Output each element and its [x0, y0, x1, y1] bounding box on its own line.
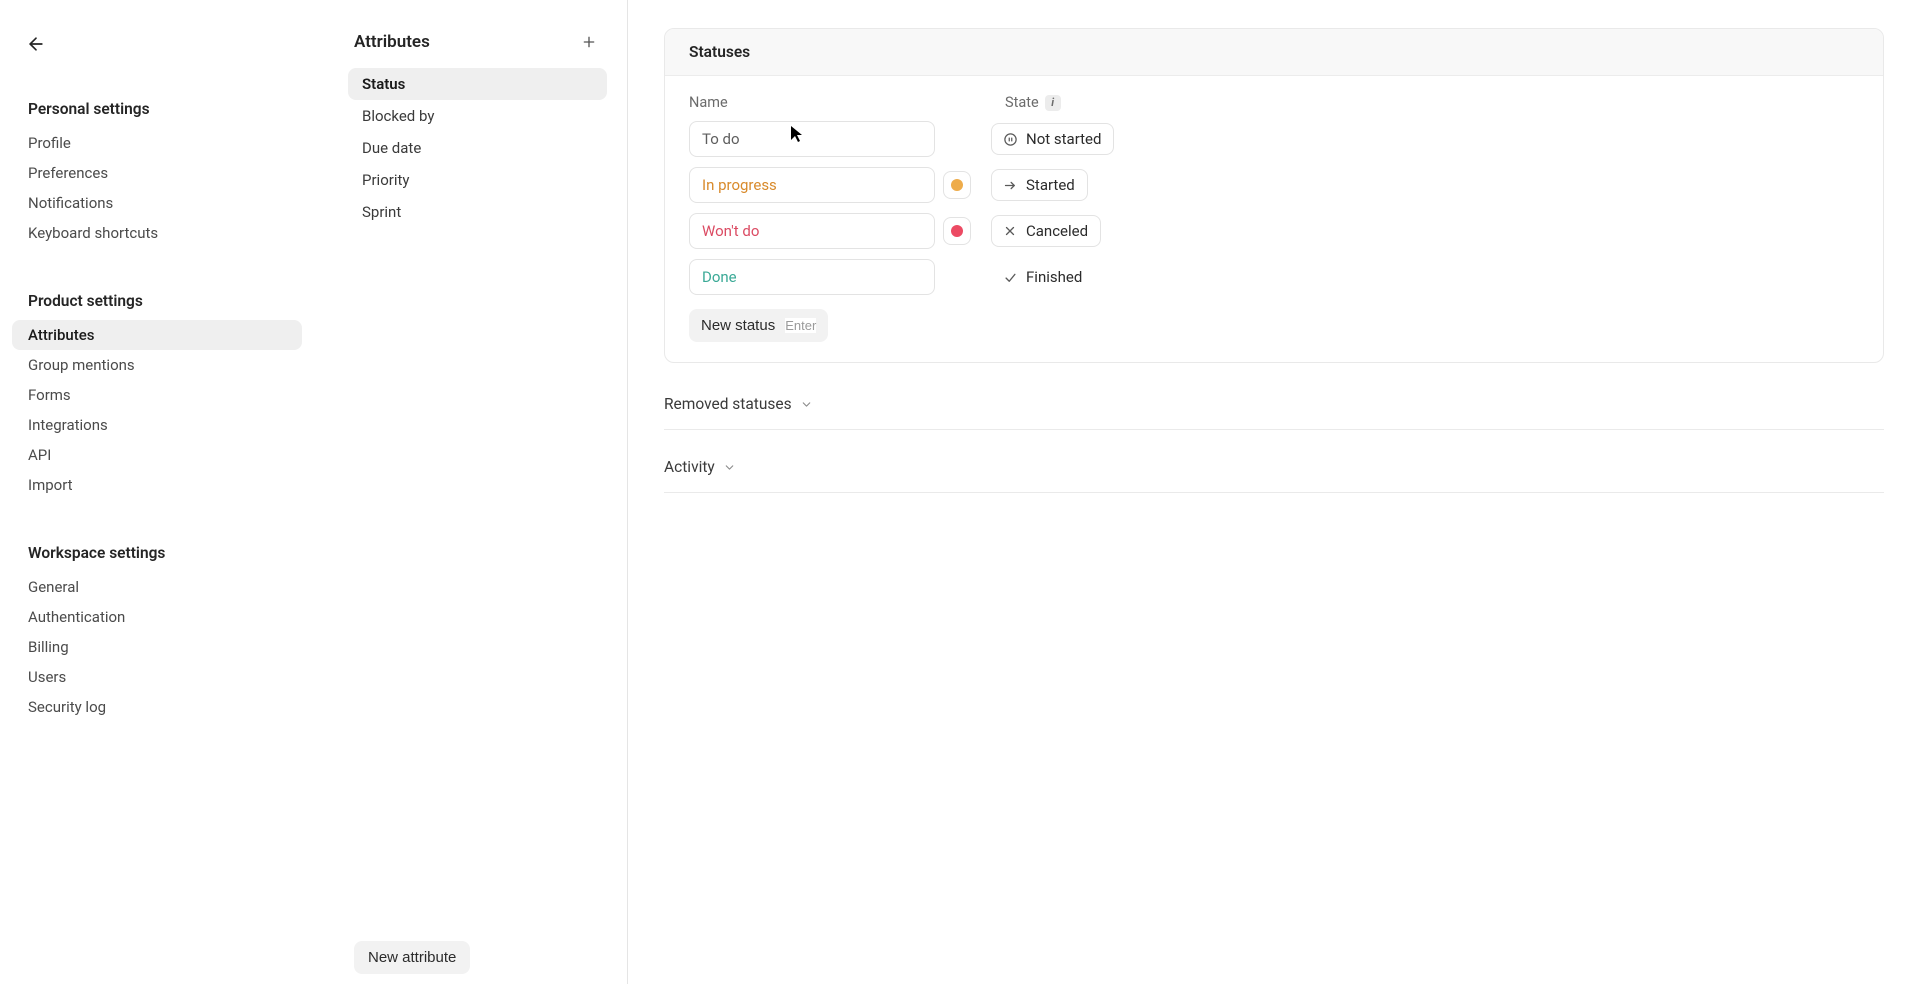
- nav-item-general[interactable]: General: [28, 572, 310, 602]
- status-state-label: Finished: [1026, 268, 1082, 286]
- nav-item-billing[interactable]: Billing: [28, 632, 310, 662]
- status-state-label: Not started: [1026, 130, 1101, 148]
- status-color-swatch[interactable]: [943, 171, 971, 199]
- status-state-label: Started: [1026, 176, 1075, 194]
- column-header-state-label: State: [1005, 94, 1039, 111]
- add-attribute-button[interactable]: [577, 30, 601, 54]
- pause-icon: [1002, 131, 1018, 147]
- nav-item-import[interactable]: Import: [28, 470, 310, 500]
- new-status-kbd: Enter: [785, 318, 816, 333]
- status-name-input[interactable]: In progress: [689, 167, 935, 203]
- nav-item-preferences[interactable]: Preferences: [28, 158, 310, 188]
- nav-section: Product settings AttributesGroup mentions…: [10, 292, 310, 500]
- status-state-select[interactable]: Started: [991, 169, 1088, 201]
- x-icon: [1002, 223, 1018, 239]
- attribute-item-status[interactable]: Status: [348, 68, 607, 100]
- column-header-name: Name: [689, 94, 951, 111]
- color-dot-icon: [951, 179, 963, 191]
- arrow-icon: [1002, 177, 1018, 193]
- attributes-title: Attributes: [354, 32, 430, 52]
- new-status-label: New status: [701, 317, 775, 334]
- nav-item-attributes[interactable]: Attributes: [12, 320, 302, 350]
- nav-item-profile[interactable]: Profile: [28, 128, 310, 158]
- status-state-select[interactable]: Finished: [991, 261, 1095, 293]
- chevron-down-icon: [800, 398, 813, 411]
- nav-item-forms[interactable]: Forms: [28, 380, 310, 410]
- status-column-headers: Name State i: [689, 94, 1859, 111]
- status-row: Won't do Canceled: [689, 213, 1859, 249]
- arrow-left-icon: [26, 34, 46, 54]
- status-state-label: Canceled: [1026, 222, 1088, 240]
- nav-heading: Workspace settings: [28, 544, 310, 562]
- status-name-input[interactable]: To do: [689, 121, 935, 157]
- nav-heading: Personal settings: [28, 100, 310, 118]
- status-row: Done Finished: [689, 259, 1859, 295]
- nav-item-users[interactable]: Users: [28, 662, 310, 692]
- attribute-item-sprint[interactable]: Sprint: [348, 196, 607, 228]
- new-attribute-button[interactable]: New attribute: [354, 941, 470, 974]
- status-color-swatch[interactable]: [943, 217, 971, 245]
- back-button[interactable]: [20, 28, 52, 60]
- attribute-list: StatusBlocked byDue datePrioritySprint: [330, 68, 617, 228]
- attributes-column: Attributes StatusBlocked byDue datePrior…: [320, 0, 628, 984]
- disclosure-activity[interactable]: Activity: [664, 458, 1884, 493]
- new-status-button[interactable]: New status Enter: [689, 309, 828, 342]
- nav-item-integrations[interactable]: Integrations: [28, 410, 310, 440]
- status-row: To do Not started: [689, 121, 1859, 157]
- nav-item-authentication[interactable]: Authentication: [28, 602, 310, 632]
- column-header-state: State i: [1005, 94, 1061, 111]
- chevron-down-icon: [723, 461, 736, 474]
- status-state-select[interactable]: Not started: [991, 123, 1114, 155]
- attribute-item-due-date[interactable]: Due date: [348, 132, 607, 164]
- settings-sidebar: Personal settings ProfilePreferencesNotif…: [0, 0, 320, 984]
- check-icon: [1002, 269, 1018, 285]
- nav-section: Workspace settings GeneralAuthenticationB…: [10, 544, 310, 722]
- status-name-input[interactable]: Won't do: [689, 213, 935, 249]
- attributes-header: Attributes: [330, 30, 617, 68]
- nav-section: Personal settings ProfilePreferencesNotif…: [10, 100, 310, 248]
- color-dot-icon: [951, 225, 963, 237]
- status-row: In progress Started: [689, 167, 1859, 203]
- statuses-card-title: Statuses: [665, 29, 1883, 76]
- attribute-item-priority[interactable]: Priority: [348, 164, 607, 196]
- nav-heading: Product settings: [28, 292, 310, 310]
- main-panel: Statuses Name State i To do Not started In…: [628, 0, 1920, 984]
- info-icon[interactable]: i: [1045, 95, 1061, 111]
- nav-item-notifications[interactable]: Notifications: [28, 188, 310, 218]
- attribute-item-blocked-by[interactable]: Blocked by: [348, 100, 607, 132]
- nav-item-api[interactable]: API: [28, 440, 310, 470]
- nav-item-keyboard-shortcuts[interactable]: Keyboard shortcuts: [28, 218, 310, 248]
- disclosure-label: Activity: [664, 458, 715, 476]
- status-state-select[interactable]: Canceled: [991, 215, 1101, 247]
- status-name-input[interactable]: Done: [689, 259, 935, 295]
- plus-icon: [581, 34, 597, 50]
- disclosure-label: Removed statuses: [664, 395, 792, 413]
- statuses-card: Statuses Name State i To do Not started In…: [664, 28, 1884, 363]
- disclosure-removed-statuses[interactable]: Removed statuses: [664, 395, 1884, 430]
- nav-item-group-mentions[interactable]: Group mentions: [28, 350, 310, 380]
- nav-item-security-log[interactable]: Security log: [28, 692, 310, 722]
